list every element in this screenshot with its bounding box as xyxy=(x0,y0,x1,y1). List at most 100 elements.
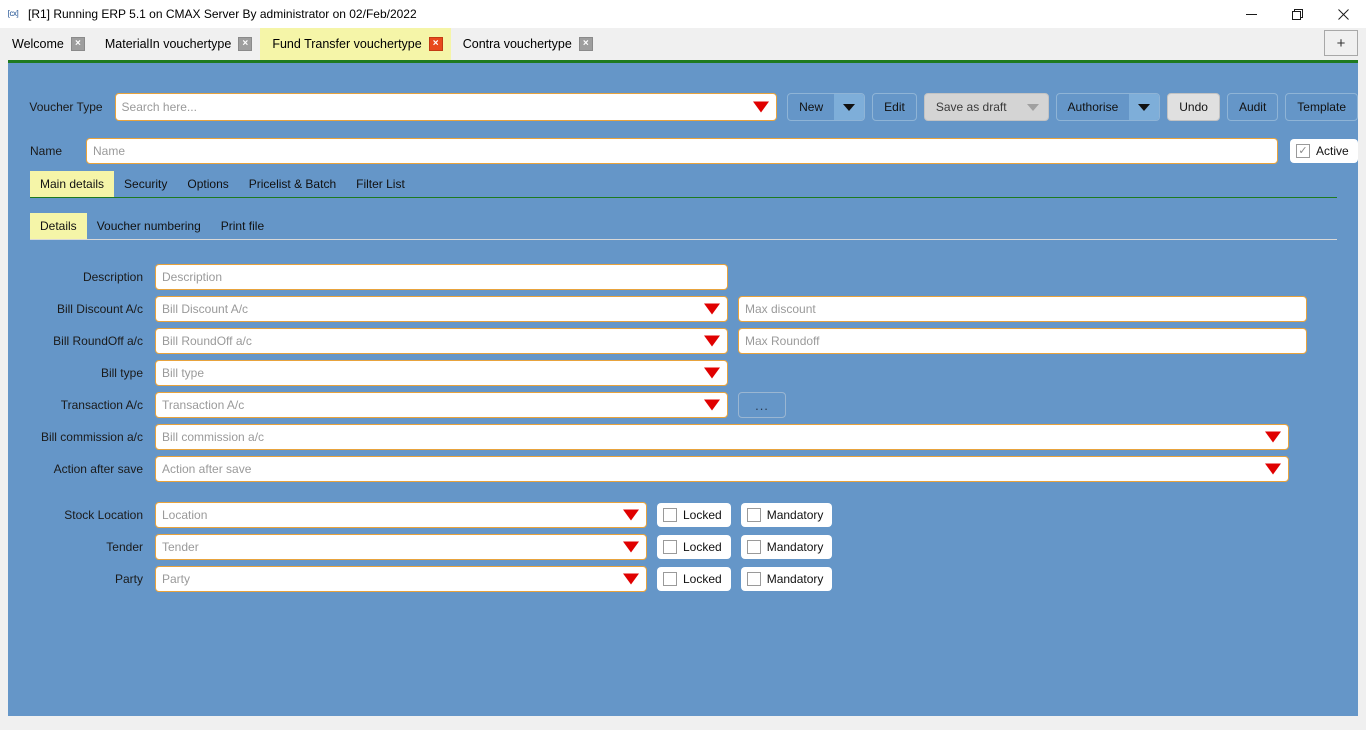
document-tab[interactable]: MaterialIn vouchertype × xyxy=(93,28,260,60)
tab-security[interactable]: Security xyxy=(114,171,177,197)
template-button[interactable]: Template xyxy=(1285,93,1358,121)
bill-commission-select[interactable]: Bill commission a/c xyxy=(155,424,1289,450)
description-placeholder: Description xyxy=(162,270,223,284)
save-as-draft-button[interactable]: Save as draft xyxy=(923,93,1049,121)
bill-commission-label: Bill commission a/c xyxy=(40,430,143,444)
chevron-down-icon[interactable] xyxy=(1265,431,1281,443)
close-icon[interactable]: × xyxy=(238,37,253,51)
description-input[interactable]: Description xyxy=(155,264,728,290)
transaction-ac-select[interactable]: Transaction A/c xyxy=(155,392,728,418)
locked-label: Locked xyxy=(683,508,722,522)
chevron-down-icon xyxy=(1138,103,1151,111)
bill-commission-placeholder: Bill commission a/c xyxy=(162,430,265,444)
chevron-down-icon[interactable] xyxy=(623,541,639,553)
authorise-button[interactable]: Authorise xyxy=(1055,93,1161,121)
document-tabs: Welcome × MaterialIn vouchertype × Fund Tran… xyxy=(0,28,601,60)
tender-select[interactable]: Tender xyxy=(155,534,647,560)
close-icon[interactable]: × xyxy=(428,37,443,51)
secondary-tabs: Details Voucher numbering Print file xyxy=(30,213,1337,240)
content-area: Voucher Type Search here... New Edit Sav… xyxy=(8,63,1358,716)
undo-button[interactable]: Undo xyxy=(1167,93,1220,121)
bill-roundoff-placeholder: Bill RoundOff a/c xyxy=(162,334,252,348)
authorise-button-label: Authorise xyxy=(1067,100,1119,114)
transaction-ac-placeholder: Transaction A/c xyxy=(162,398,245,412)
max-roundoff-placeholder: Max Roundoff xyxy=(745,334,820,348)
bill-type-select[interactable]: Bill type xyxy=(155,360,728,386)
name-placeholder: Name xyxy=(93,144,126,158)
bill-discount-row: Bill Discount A/c Bill Discount A/c Max … xyxy=(8,293,1358,325)
subtab-voucher-numbering[interactable]: Voucher numbering xyxy=(87,213,211,239)
authorise-dropdown-toggle[interactable] xyxy=(1129,94,1160,120)
new-button[interactable]: New xyxy=(787,93,866,121)
close-icon[interactable] xyxy=(1320,0,1366,28)
chevron-down-icon[interactable] xyxy=(753,101,770,113)
active-checkbox[interactable]: ✓ Active xyxy=(1290,139,1358,163)
max-discount-placeholder: Max discount xyxy=(745,302,816,316)
chevron-down-icon xyxy=(1026,103,1039,111)
max-discount-input[interactable]: Max discount xyxy=(738,296,1307,322)
save-as-draft-dropdown-toggle[interactable] xyxy=(1018,94,1048,120)
max-roundoff-input[interactable]: Max Roundoff xyxy=(738,328,1307,354)
party-locked-checkbox[interactable]: Locked xyxy=(657,567,731,591)
document-tab[interactable]: Welcome × xyxy=(0,28,93,60)
name-input[interactable]: Name xyxy=(86,138,1278,164)
description-row: Description Description xyxy=(8,261,1358,293)
tender-mandatory-checkbox[interactable]: Mandatory xyxy=(740,535,833,559)
edit-button[interactable]: Edit xyxy=(872,93,917,121)
mandatory-label: Mandatory xyxy=(766,540,824,554)
document-tab[interactable]: Contra vouchertype × xyxy=(451,28,601,60)
tab-options[interactable]: Options xyxy=(177,171,238,197)
chevron-down-icon[interactable] xyxy=(704,399,720,411)
close-icon[interactable]: × xyxy=(578,37,593,51)
chevron-down-icon xyxy=(843,103,856,111)
voucher-type-label: Voucher Type xyxy=(29,100,103,114)
tab-main-details[interactable]: Main details xyxy=(30,171,115,197)
bill-discount-select[interactable]: Bill Discount A/c xyxy=(155,296,728,322)
stock-location-mandatory-checkbox[interactable]: Mandatory xyxy=(740,503,833,527)
action-after-save-select[interactable]: Action after save xyxy=(155,456,1289,482)
maximize-icon[interactable] xyxy=(1274,0,1320,28)
bill-roundoff-row: Bill RoundOff a/c Bill RoundOff a/c Max … xyxy=(8,325,1358,357)
chevron-down-icon[interactable] xyxy=(1265,463,1281,475)
window-titlebar: [cx] [R1] Running ERP 5.1 on CMAX Server… xyxy=(0,0,1366,28)
audit-button[interactable]: Audit xyxy=(1226,93,1279,121)
party-select[interactable]: Party xyxy=(155,566,647,592)
minimize-icon[interactable] xyxy=(1228,0,1274,28)
checkbox-icon: ✓ xyxy=(1296,144,1310,158)
locked-label: Locked xyxy=(683,540,722,554)
stock-location-row: Stock Location Location Locked Mandatory xyxy=(8,499,1358,531)
transaction-ac-row: Transaction A/c Transaction A/c ... xyxy=(8,389,1358,421)
party-label: Party xyxy=(114,572,143,586)
window-title: [R1] Running ERP 5.1 on CMAX Server By a… xyxy=(28,7,417,21)
active-label: Active xyxy=(1316,144,1349,158)
chevron-down-icon[interactable] xyxy=(704,303,720,315)
add-tab-button[interactable]: + xyxy=(1324,30,1358,56)
document-tab[interactable]: Fund Transfer vouchertype × xyxy=(260,28,451,60)
tab-filter-list[interactable]: Filter List xyxy=(346,171,415,197)
chevron-down-icon[interactable] xyxy=(704,335,720,347)
tab-pricelist-batch[interactable]: Pricelist & Batch xyxy=(239,171,346,197)
chevron-down-icon[interactable] xyxy=(623,509,639,521)
name-row: Name Name ✓ Active xyxy=(8,137,1358,165)
action-after-save-row: Action after save Action after save xyxy=(8,453,1358,485)
primary-tabs: Main details Security Options Pricelist & B… xyxy=(30,171,1337,198)
new-dropdown-toggle[interactable] xyxy=(834,94,865,120)
edit-button-label: Edit xyxy=(884,100,905,114)
checkbox-icon xyxy=(746,540,761,554)
party-mandatory-checkbox[interactable]: Mandatory xyxy=(740,567,833,591)
voucher-type-input[interactable]: Search here... xyxy=(114,93,778,121)
stock-location-select[interactable]: Location xyxy=(155,502,647,528)
chevron-down-icon[interactable] xyxy=(704,367,720,379)
tender-locked-checkbox[interactable]: Locked xyxy=(657,535,731,559)
subtab-details[interactable]: Details xyxy=(30,213,87,239)
checkbox-icon xyxy=(746,572,761,586)
bill-discount-label: Bill Discount A/c xyxy=(56,302,143,316)
bill-roundoff-select[interactable]: Bill RoundOff a/c xyxy=(155,328,728,354)
close-icon[interactable]: × xyxy=(70,37,85,51)
stock-location-locked-checkbox[interactable]: Locked xyxy=(657,503,731,527)
chevron-down-icon[interactable] xyxy=(623,573,639,585)
subtab-print-file[interactable]: Print file xyxy=(211,213,274,239)
party-row: Party Party Locked Mandatory xyxy=(8,563,1358,595)
transaction-ac-browse-button[interactable]: ... xyxy=(738,392,786,418)
action-toolbar: New Edit Save as draft Authorise Undo Au… xyxy=(787,93,1358,121)
